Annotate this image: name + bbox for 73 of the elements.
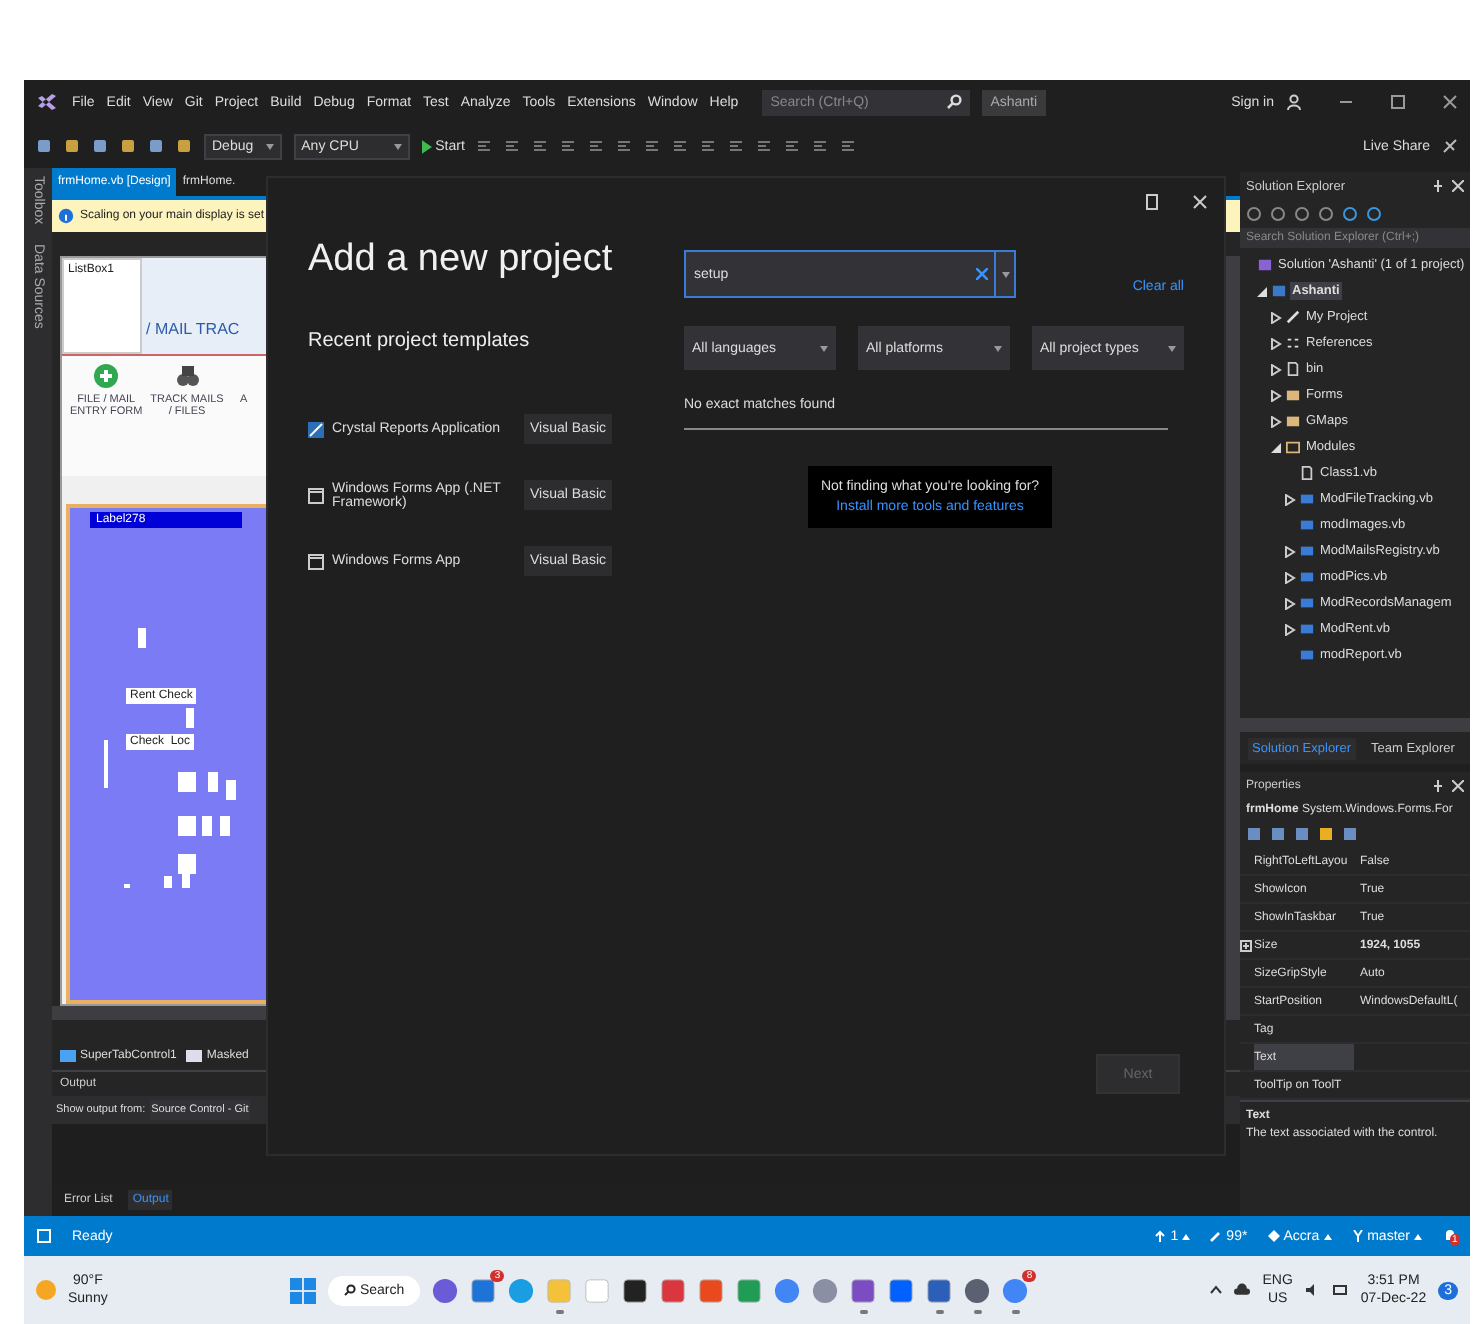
- search-icon: [946, 94, 963, 110]
- caret-icon[interactable]: [1002, 271, 1010, 277]
- dialog-title: Add a new project: [308, 238, 615, 282]
- sun-icon: [36, 1280, 56, 1300]
- expanded-arrow-icon[interactable]: [1270, 441, 1282, 453]
- play-icon: [421, 139, 432, 153]
- collapsed-arrow-icon[interactable]: [1270, 363, 1282, 375]
- file-icon: [1300, 466, 1314, 480]
- expanded-arrow-icon[interactable]: [1256, 285, 1268, 297]
- collapsed-arrow-icon[interactable]: [1270, 337, 1282, 349]
- toolbar-icon[interactable]: [616, 138, 633, 154]
- section-heading: Recent project templates: [308, 330, 532, 352]
- references-icon: [1286, 336, 1300, 350]
- toolbar-icon[interactable]: [504, 138, 521, 154]
- scrollbar[interactable]: [1226, 256, 1240, 1006]
- status-icon: [36, 1228, 52, 1244]
- toolbar-icon[interactable]: [728, 138, 745, 154]
- toolbar-icon[interactable]: [840, 138, 857, 154]
- project-icon: [1272, 284, 1286, 298]
- toolbar-icon[interactable]: [812, 138, 829, 154]
- clear-icon[interactable]: [976, 268, 988, 280]
- collapsed-arrow-icon[interactable]: [1270, 311, 1282, 323]
- window-icon: [308, 553, 324, 569]
- collapsed-arrow-icon[interactable]: [1270, 389, 1282, 401]
- toolbar-icon[interactable]: [476, 138, 493, 154]
- pin-icon[interactable]: [1432, 780, 1444, 792]
- report-icon: [308, 421, 324, 437]
- windows-start-icon[interactable]: [289, 1277, 316, 1303]
- collapsed-arrow-icon[interactable]: [1284, 597, 1296, 609]
- collapsed-arrow-icon[interactable]: [1284, 545, 1296, 557]
- toolbar-icon[interactable]: [756, 138, 773, 154]
- toolbar-icon[interactable]: [588, 138, 605, 154]
- maximize-icon[interactable]: [1390, 94, 1406, 110]
- info-icon: [58, 208, 74, 224]
- tab-control-icon: [60, 1048, 76, 1064]
- plus-icon: [94, 364, 119, 388]
- masked-textbox-icon: [186, 1048, 203, 1064]
- battery-icon[interactable]: [1332, 1282, 1349, 1298]
- scrollbar[interactable]: [1240, 718, 1470, 732]
- window-icon: [308, 487, 324, 503]
- toolbar-icon[interactable]: [532, 138, 549, 154]
- caret-icon: [994, 345, 1002, 351]
- close-icon[interactable]: [1452, 780, 1464, 792]
- solution-icon: [1258, 258, 1272, 272]
- caret-icon: [393, 143, 402, 149]
- collapsed-arrow-icon[interactable]: [1270, 415, 1282, 427]
- pin-icon[interactable]: [1432, 180, 1444, 192]
- expand-icon[interactable]: [1240, 939, 1252, 951]
- banner-title: / MAIL TRAC: [144, 320, 240, 342]
- caret-icon: [1168, 345, 1176, 351]
- collapsed-arrow-icon[interactable]: [1284, 493, 1296, 505]
- wrench-icon: [1286, 310, 1300, 324]
- toolbar-icon[interactable]: [784, 138, 801, 154]
- close-icon[interactable]: [1452, 180, 1464, 192]
- chevron-up-icon[interactable]: [1210, 1284, 1223, 1296]
- visual-studio-logo-icon: [36, 90, 60, 114]
- caret-icon: [265, 143, 274, 149]
- maximize-icon[interactable]: [1144, 194, 1160, 210]
- toolbar-icon[interactable]: [672, 138, 689, 154]
- app-icon[interactable]: [622, 1277, 649, 1303]
- caret-icon: [820, 345, 828, 351]
- close-icon[interactable]: [1192, 194, 1208, 210]
- person-icon: [1286, 94, 1302, 110]
- binoculars-icon: [175, 364, 200, 388]
- toolbar-icon[interactable]: [560, 138, 577, 154]
- close-icon[interactable]: [1442, 94, 1458, 110]
- collapsed-arrow-icon[interactable]: [1284, 623, 1296, 635]
- search-icon: [343, 1284, 356, 1296]
- cloud-icon[interactable]: [1234, 1282, 1251, 1298]
- toolbar-icon[interactable]: [700, 138, 717, 154]
- toolbar-icon[interactable]: [644, 138, 661, 154]
- file-icon: [1286, 362, 1300, 376]
- collapsed-arrow-icon[interactable]: [1284, 571, 1296, 583]
